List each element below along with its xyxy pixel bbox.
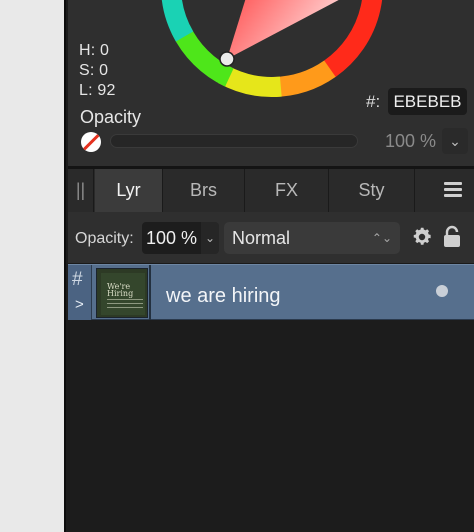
layer-name[interactable]: we are hiring xyxy=(166,285,281,308)
thumbnail-title: We're Hiring xyxy=(107,282,134,298)
thumbnail-separator xyxy=(149,265,151,321)
thumbnail-text-lines xyxy=(107,299,143,311)
grip-icon[interactable]: || xyxy=(68,169,94,212)
opacity-slider[interactable] xyxy=(110,134,358,148)
layer-opacity-label: Opacity: xyxy=(75,230,134,247)
color-wheel[interactable] xyxy=(160,0,384,98)
layer-row[interactable]: # > We're Hiring we are hiring xyxy=(68,264,474,321)
hex-input[interactable]: EBEBEB xyxy=(388,88,467,115)
hash-icon: # xyxy=(72,269,83,290)
hue-readout: H: 0 xyxy=(79,42,110,59)
chevron-down-icon[interactable]: ⌄ xyxy=(442,128,468,154)
saturation-triangle[interactable] xyxy=(227,0,350,59)
left-canvas-edge xyxy=(0,0,66,532)
saturation-readout: S: 0 xyxy=(79,62,109,79)
layer-row-handle[interactable]: # > xyxy=(68,265,92,321)
lock-icon[interactable] xyxy=(442,225,462,249)
tab-brushes[interactable]: Brs xyxy=(163,169,245,212)
visibility-dot-icon[interactable] xyxy=(436,285,448,297)
hex-label: #: xyxy=(366,92,381,111)
gear-icon[interactable] xyxy=(411,226,433,248)
chevron-right-icon[interactable]: > xyxy=(75,296,84,313)
studio-tab-bar: || Lyr Brs FX Sty xyxy=(68,169,474,212)
blend-mode-select[interactable]: Normal ⌃⌄ xyxy=(224,222,400,254)
updown-chevron-icon: ⌃⌄ xyxy=(371,231,392,245)
layer-opacity-input[interactable]: 100 % xyxy=(142,222,210,254)
tab-effects[interactable]: FX xyxy=(245,169,329,212)
thumbnail-artboard: We're Hiring xyxy=(101,273,145,315)
tab-layers[interactable]: Lyr xyxy=(95,169,163,212)
opacity-label: Opacity xyxy=(80,107,142,127)
layer-thumbnail: We're Hiring xyxy=(96,268,148,318)
color-panel: H: 0 S: 0 L: 92 #: EBEBEB Opacity 100 % … xyxy=(68,0,474,166)
no-color-swatch-icon[interactable] xyxy=(81,132,101,152)
blend-mode-value: Normal xyxy=(232,228,291,248)
layers-empty-area xyxy=(68,320,474,532)
tab-styles[interactable]: Sty xyxy=(329,169,415,212)
color-picker-handle[interactable] xyxy=(219,51,235,67)
hamburger-menu-icon[interactable] xyxy=(444,182,462,198)
lightness-readout: L: 92 xyxy=(79,82,116,99)
chevron-down-icon[interactable]: ⌄ xyxy=(201,222,219,254)
opacity-value[interactable]: 100 % xyxy=(368,128,440,154)
layers-toolbar: Opacity: 100 % ⌄ Normal ⌃⌄ xyxy=(68,212,474,264)
